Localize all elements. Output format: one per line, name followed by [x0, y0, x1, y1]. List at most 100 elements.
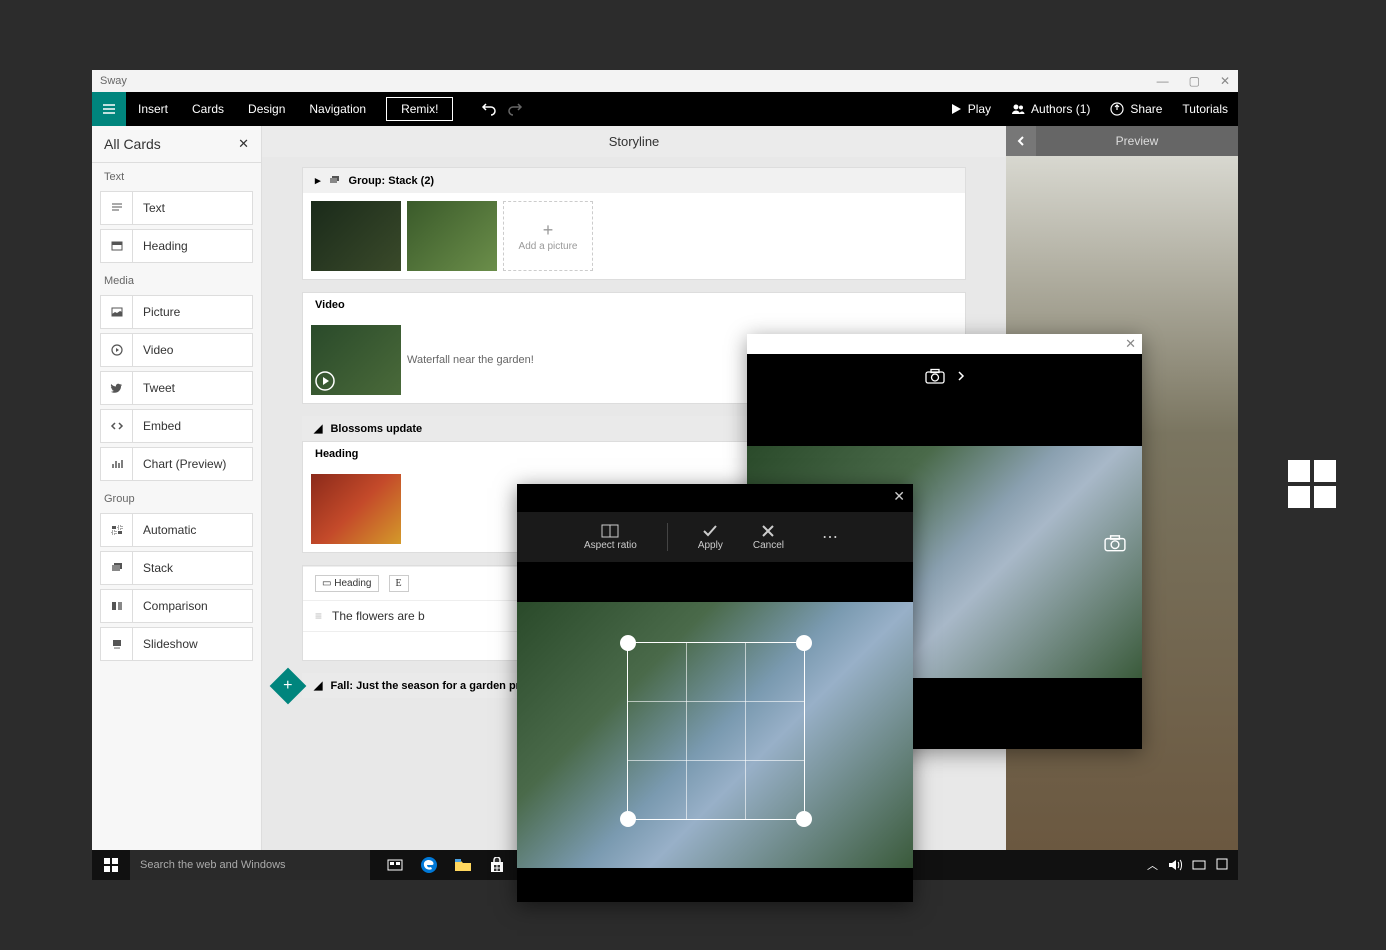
- start-button[interactable]: [92, 850, 130, 880]
- drag-handle-icon[interactable]: ≡: [315, 609, 322, 623]
- heading-icon: [101, 230, 133, 262]
- camera-capture-icon[interactable]: [1104, 534, 1126, 552]
- thumbnail-2[interactable]: [407, 201, 497, 271]
- windows-logo-bezel: [1288, 460, 1336, 508]
- card-tweet[interactable]: Tweet: [100, 371, 253, 405]
- redo-icon[interactable]: [507, 101, 523, 117]
- add-picture-button[interactable]: + Add a picture: [503, 201, 593, 271]
- taskbar-search[interactable]: Search the web and Windows: [130, 850, 370, 880]
- more-button[interactable]: ⋯: [814, 527, 846, 547]
- expand-icon[interactable]: ▸: [315, 174, 321, 187]
- embed-icon: [101, 410, 133, 442]
- card-heading[interactable]: Heading: [100, 229, 253, 263]
- minimize-button[interactable]: —: [1157, 74, 1169, 88]
- volume-icon[interactable]: [1168, 859, 1182, 871]
- aspect-ratio-button[interactable]: Aspect ratio: [584, 524, 637, 551]
- chevron-left-icon: [1015, 135, 1027, 147]
- text-content[interactable]: The flowers are b: [332, 609, 425, 623]
- crop-close-button[interactable]: ✕: [893, 488, 905, 505]
- card-chart[interactable]: Chart (Preview): [100, 447, 253, 481]
- hamburger-icon: [101, 101, 117, 117]
- emphasis-chip[interactable]: E: [389, 575, 409, 592]
- tablet-frame: Sway — ▢ ✕ Insert Cards Design Navigatio…: [0, 0, 1386, 950]
- video-caption: Waterfall near the garden!: [407, 354, 534, 366]
- ribbon-cards[interactable]: Cards: [180, 102, 236, 116]
- video-thumbnail[interactable]: [311, 325, 401, 395]
- window-title: Sway: [100, 75, 127, 87]
- store-app[interactable]: [482, 850, 512, 880]
- taskview-icon: [387, 859, 403, 871]
- people-icon: [1011, 103, 1025, 115]
- window-titlebar: Sway — ▢ ✕: [92, 70, 1238, 92]
- card-text[interactable]: Text: [100, 191, 253, 225]
- maximize-button[interactable]: ▢: [1189, 74, 1200, 88]
- collapse-icon[interactable]: ◢: [314, 422, 322, 435]
- crop-handle-br[interactable]: [796, 811, 812, 827]
- card-picture[interactable]: Picture: [100, 295, 253, 329]
- video-card-label: Video: [303, 293, 965, 317]
- notification-icon[interactable]: [1216, 858, 1228, 872]
- task-view-button[interactable]: [380, 850, 410, 880]
- stack-icon: [101, 552, 133, 584]
- undo-icon[interactable]: [481, 101, 497, 117]
- card-slideshow[interactable]: Slideshow: [100, 627, 253, 661]
- crop-selection[interactable]: [627, 642, 805, 820]
- group-stack-card[interactable]: ▸ Group: Stack (2) + Add a picture: [302, 167, 966, 280]
- close-button[interactable]: ✕: [1220, 74, 1230, 88]
- collapse-icon-2[interactable]: ◢: [314, 679, 322, 692]
- sidebar-close[interactable]: ✕: [238, 136, 249, 152]
- section-media: Media: [92, 267, 261, 291]
- heading-thumbnail[interactable]: [311, 474, 401, 544]
- crop-handle-bl[interactable]: [620, 811, 636, 827]
- remix-button[interactable]: Remix!: [386, 97, 453, 121]
- systray-chevron-icon[interactable]: ︿: [1147, 857, 1158, 873]
- ribbon-design[interactable]: Design: [236, 102, 297, 116]
- camera-close-button[interactable]: ✕: [1125, 336, 1136, 352]
- card-comparison[interactable]: Comparison: [100, 589, 253, 623]
- heading-chip[interactable]: ▭ Heading: [315, 575, 379, 592]
- card-stack[interactable]: Stack: [100, 551, 253, 585]
- crop-handle-tr[interactable]: [796, 635, 812, 651]
- authors-button[interactable]: Authors (1): [1001, 102, 1100, 116]
- edge-app[interactable]: [414, 850, 444, 880]
- ribbon-navigation[interactable]: Navigation: [297, 102, 378, 116]
- cards-sidebar: All Cards ✕ Text Text Heading Media Pict…: [92, 126, 262, 850]
- x-icon: [761, 524, 775, 538]
- picture-icon: [101, 296, 133, 328]
- sidebar-title: All Cards: [104, 136, 161, 152]
- card-automatic[interactable]: Automatic: [100, 513, 253, 547]
- section-group: Group: [92, 485, 261, 509]
- play-button[interactable]: Play: [940, 102, 1001, 116]
- screen: Sway — ▢ ✕ Insert Cards Design Navigatio…: [92, 70, 1238, 880]
- chevron-right-icon[interactable]: [957, 370, 965, 382]
- play-overlay-icon: [315, 371, 335, 391]
- windows-icon: [104, 858, 118, 872]
- thumbnail-1[interactable]: [311, 201, 401, 271]
- comparison-icon: [101, 590, 133, 622]
- chart-icon: [101, 448, 133, 480]
- preview-back-button[interactable]: [1006, 126, 1036, 156]
- keyboard-icon[interactable]: [1192, 859, 1206, 871]
- crop-handle-tl[interactable]: [620, 635, 636, 651]
- card-video[interactable]: Video: [100, 333, 253, 367]
- automatic-icon: [101, 514, 133, 546]
- tweet-icon: [101, 372, 133, 404]
- cancel-button[interactable]: Cancel: [753, 524, 784, 551]
- share-icon: [1110, 102, 1124, 116]
- crop-editor: ✕ Aspect ratio Apply Cancel ⋯: [517, 484, 913, 902]
- card-embed[interactable]: Embed: [100, 409, 253, 443]
- ribbon-insert[interactable]: Insert: [126, 102, 180, 116]
- stack-icon-small: [329, 175, 341, 187]
- play-icon: [950, 103, 962, 115]
- hamburger-menu[interactable]: [92, 92, 126, 126]
- explorer-app[interactable]: [448, 850, 478, 880]
- tutorials-button[interactable]: Tutorials: [1172, 102, 1238, 116]
- preview-title: Preview: [1036, 134, 1238, 148]
- camera-icon[interactable]: [925, 368, 945, 384]
- store-icon: [489, 857, 505, 873]
- share-button[interactable]: Share: [1100, 102, 1172, 116]
- ribbon: Insert Cards Design Navigation Remix! Pl…: [92, 92, 1238, 126]
- folder-icon: [454, 858, 472, 872]
- text-icon: [101, 192, 133, 224]
- apply-button[interactable]: Apply: [698, 524, 723, 551]
